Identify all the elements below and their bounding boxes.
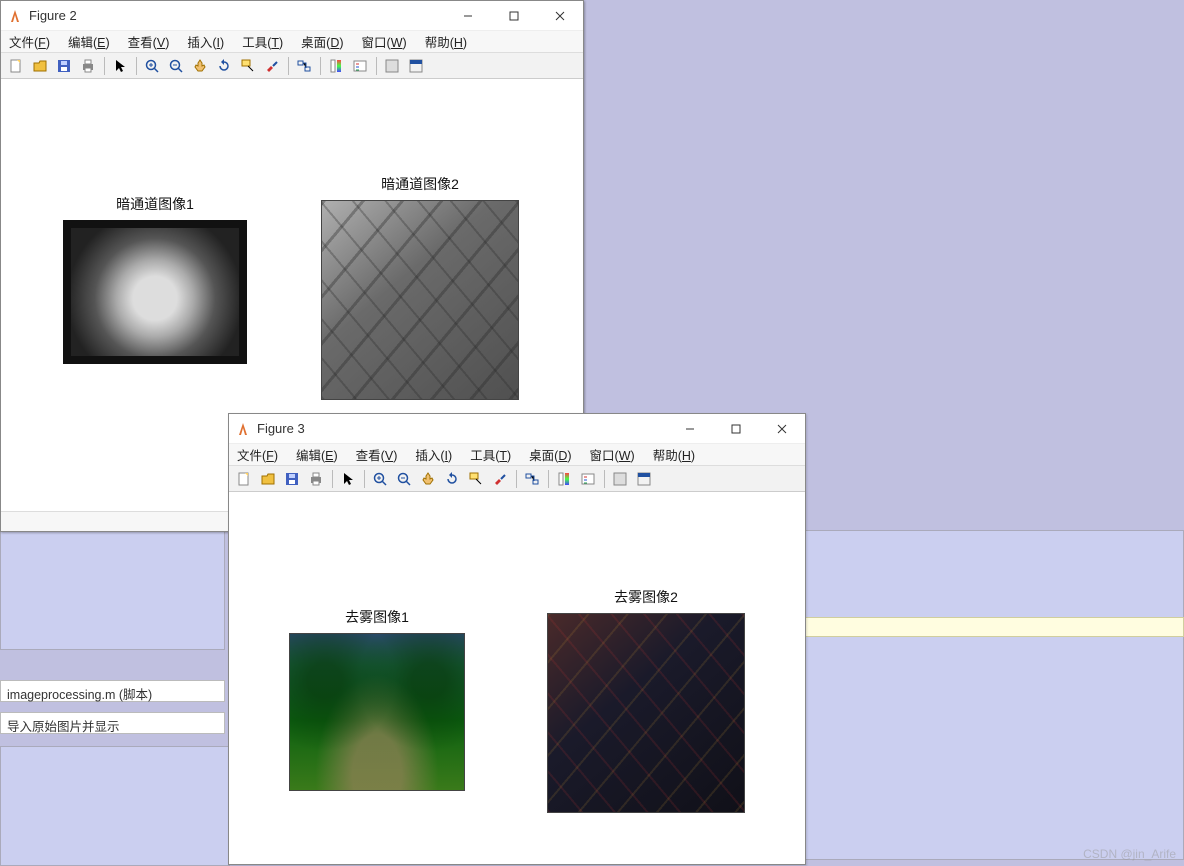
window-title: Figure 3 [257, 421, 305, 436]
image-darkchannel-highway[interactable] [321, 200, 519, 400]
menu-item[interactable]: 编辑(E) [292, 443, 342, 466]
data-cursor-icon[interactable] [465, 468, 487, 490]
toolbar-separator [317, 55, 323, 77]
menu-item[interactable]: 桌面(D) [297, 30, 347, 53]
menubar: 文件(F) 编辑(E) 查看(V) 插入(I) 工具(T) 桌面(D) 窗口(W) 帮助(H) [229, 444, 805, 466]
save-icon[interactable] [281, 468, 303, 490]
image-dehazed-highway[interactable] [547, 613, 745, 813]
image-title: 去雾图像2 [547, 587, 745, 607]
toolbar-separator [601, 468, 607, 490]
zoom-out-icon[interactable] [165, 55, 187, 77]
print-icon[interactable] [77, 55, 99, 77]
toolbar-separator [285, 55, 291, 77]
matlab-icon [235, 421, 251, 437]
menu-item[interactable]: 窗口(W) [586, 443, 639, 466]
window-title: Figure 2 [29, 8, 77, 23]
maximize-button[interactable] [713, 414, 759, 444]
toolbar-separator [373, 55, 379, 77]
bg-panel [0, 530, 225, 650]
brush-icon[interactable] [261, 55, 283, 77]
menu-item[interactable]: 查看(V) [124, 30, 174, 53]
toolbar-separator [133, 55, 139, 77]
subplot-1: 去雾图像1 [289, 607, 465, 794]
menu-item[interactable]: 桌面(D) [525, 443, 575, 466]
pan-icon[interactable] [189, 55, 211, 77]
maximize-button[interactable] [491, 1, 537, 31]
rotate-icon[interactable] [441, 468, 463, 490]
menu-item[interactable]: 查看(V) [352, 443, 402, 466]
colorbar-icon[interactable] [325, 55, 347, 77]
menubar: 文件(F) 编辑(E) 查看(V) 插入(I) 工具(T) 桌面(D) 窗口(W) 帮助(H) [1, 31, 583, 53]
hide-icon[interactable] [609, 468, 631, 490]
matlab-icon [7, 8, 23, 24]
close-button[interactable] [759, 414, 805, 444]
menu-item[interactable]: 窗口(W) [358, 30, 411, 53]
hide-icon[interactable] [381, 55, 403, 77]
image-title: 暗通道图像1 [63, 194, 247, 214]
titlebar[interactable]: Figure 3 [229, 414, 805, 444]
figure-window-3[interactable]: Figure 3 文件(F) 编辑(E) 查看(V) 插入(I) 工具(T) 桌面(D) 窗… [228, 413, 806, 865]
menu-item[interactable]: 插入(I) [411, 443, 456, 466]
legend-icon[interactable] [349, 55, 371, 77]
menu-item[interactable]: 编辑(E) [64, 30, 114, 53]
colorbar-icon[interactable] [553, 468, 575, 490]
minimize-button[interactable] [445, 1, 491, 31]
toolbar-separator [545, 468, 551, 490]
close-button[interactable] [537, 1, 583, 31]
save-icon[interactable] [53, 55, 75, 77]
image-darkchannel-forest[interactable] [63, 220, 247, 364]
menu-item[interactable]: 工具(T) [466, 443, 515, 466]
new-file-icon[interactable] [5, 55, 27, 77]
menu-item[interactable]: 文件(F) [5, 30, 54, 53]
toolbar-separator [101, 55, 107, 77]
menu-item[interactable]: 工具(T) [238, 30, 287, 53]
rotate-icon[interactable] [213, 55, 235, 77]
image-dehazed-forest[interactable] [289, 633, 465, 791]
dock-icon[interactable] [633, 468, 655, 490]
image-title: 暗通道图像2 [321, 174, 519, 194]
menu-item[interactable]: 帮助(H) [649, 443, 699, 466]
dock-icon[interactable] [405, 55, 427, 77]
new-file-icon[interactable] [233, 468, 255, 490]
bg-highlight [804, 617, 1184, 637]
open-icon[interactable] [29, 55, 51, 77]
bg-panel [804, 530, 1184, 860]
brush-icon[interactable] [489, 468, 511, 490]
pointer-icon[interactable] [337, 468, 359, 490]
zoom-in-icon[interactable] [369, 468, 391, 490]
subplot-1: 暗通道图像1 [63, 194, 247, 367]
menu-item[interactable]: 文件(F) [233, 443, 282, 466]
script-tab[interactable]: imageprocessing.m (脚本) [0, 680, 225, 702]
zoom-out-icon[interactable] [393, 468, 415, 490]
pan-icon[interactable] [417, 468, 439, 490]
menu-item[interactable]: 插入(I) [183, 30, 228, 53]
toolbar-separator [513, 468, 519, 490]
bg-panel [0, 746, 230, 866]
link-icon[interactable] [293, 55, 315, 77]
image-title: 去雾图像1 [289, 607, 465, 627]
minimize-button[interactable] [667, 414, 713, 444]
toolbar-separator [329, 468, 335, 490]
toolbar [229, 466, 805, 492]
subplot-2: 暗通道图像2 [321, 174, 519, 403]
link-icon[interactable] [521, 468, 543, 490]
menu-item[interactable]: 帮助(H) [421, 30, 471, 53]
zoom-in-icon[interactable] [141, 55, 163, 77]
axes-area: 去雾图像1 去雾图像2 [229, 492, 805, 864]
toolbar [1, 53, 583, 79]
titlebar[interactable]: Figure 2 [1, 1, 583, 31]
data-cursor-icon[interactable] [237, 55, 259, 77]
print-icon[interactable] [305, 468, 327, 490]
toolbar-separator [361, 468, 367, 490]
subplot-2: 去雾图像2 [547, 587, 745, 816]
pointer-icon[interactable] [109, 55, 131, 77]
open-icon[interactable] [257, 468, 279, 490]
script-section[interactable]: 导入原始图片并显示 [0, 712, 225, 734]
legend-icon[interactable] [577, 468, 599, 490]
